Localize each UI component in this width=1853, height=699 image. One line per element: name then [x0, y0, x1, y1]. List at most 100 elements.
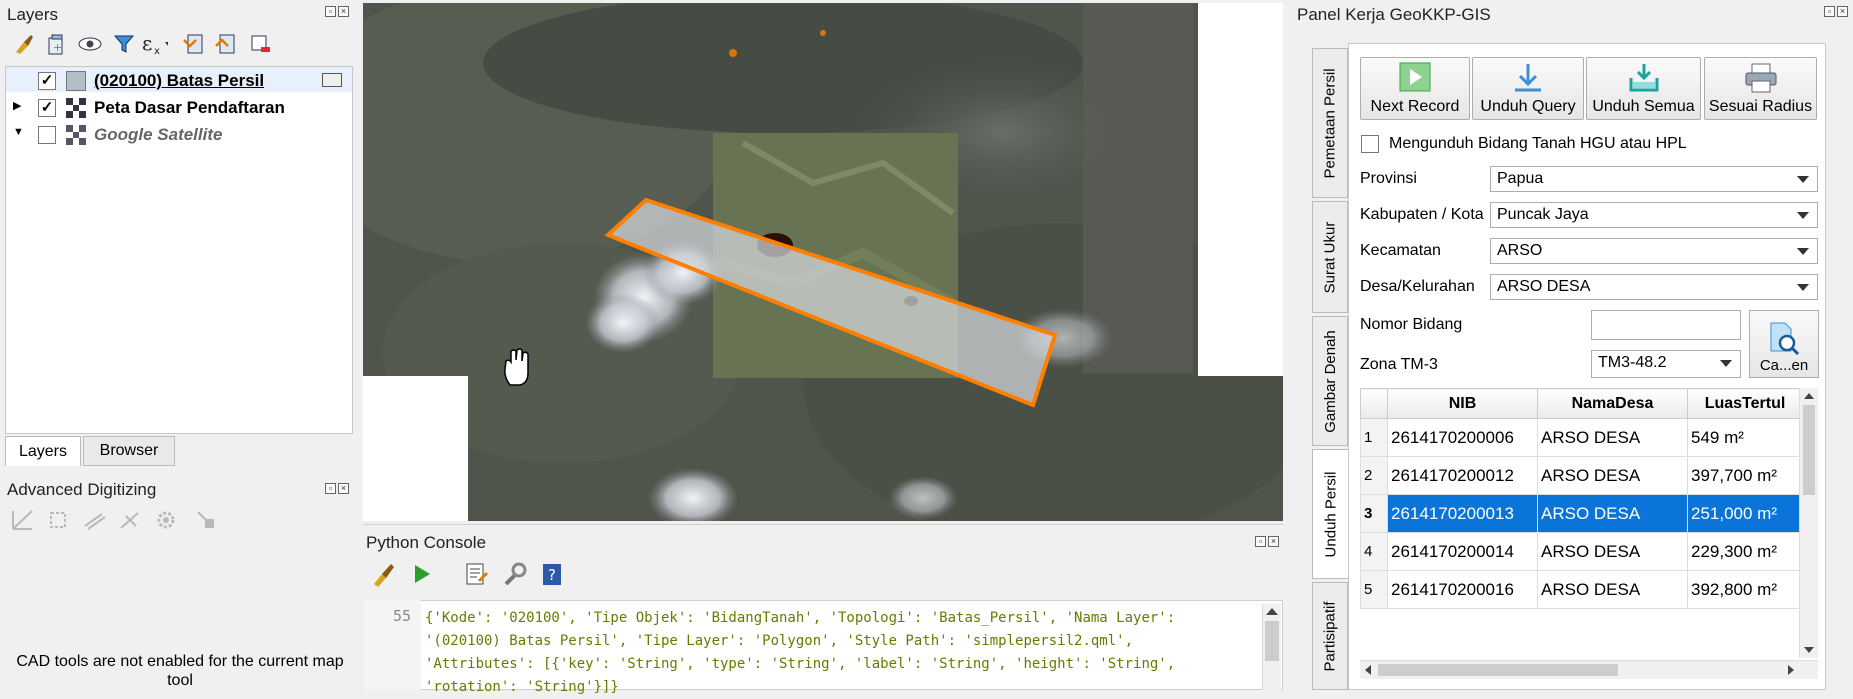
cell-nib[interactable]: 2614170200006 — [1387, 418, 1538, 457]
layer-label-peta-dasar[interactable]: Peta Dasar Pendaftaran — [94, 98, 285, 118]
layers-panel-title: Layers — [7, 5, 59, 24]
cell-luas[interactable]: 392,800 m² — [1687, 570, 1803, 609]
cell-luas[interactable]: 397,700 m² — [1687, 456, 1803, 495]
tab-browser[interactable]: Browser — [83, 436, 175, 466]
console-scrollbar[interactable] — [1262, 604, 1281, 690]
kecamatan-select[interactable]: ARSO — [1490, 238, 1818, 264]
cell-nib[interactable]: 2614170200016 — [1387, 570, 1538, 609]
svg-text:ε: ε — [142, 32, 152, 55]
hgu-hpl-checkbox[interactable] — [1361, 135, 1379, 153]
layer-label-batas-persil[interactable]: (020100) Batas Persil — [94, 71, 264, 91]
tab-pemetaan-persil[interactable]: Pemetaan Persil — [1312, 48, 1348, 198]
options-wrench-icon[interactable] — [500, 560, 528, 588]
float-icon[interactable]: ▫ — [325, 6, 336, 17]
collapse-arrow-icon[interactable]: ▼ — [13, 126, 24, 138]
clear-console-brush-icon[interactable] — [370, 560, 398, 588]
cell-nib[interactable]: 2614170200013 — [1387, 494, 1538, 533]
collapse-all-icon[interactable] — [212, 30, 240, 58]
expression-filter-icon[interactable]: εx — [140, 30, 168, 58]
close-icon[interactable]: × — [338, 483, 349, 494]
zona-select[interactable]: TM3-48.2 — [1591, 350, 1741, 378]
cell-namadesa[interactable]: ARSO DESA — [1537, 532, 1688, 571]
svg-text:x: x — [154, 46, 160, 56]
table-horizontal-scrollbar[interactable] — [1360, 660, 1818, 679]
column-header-namadesa[interactable]: NamaDesa — [1537, 388, 1688, 419]
cell-luas[interactable]: 229,300 m² — [1687, 532, 1803, 571]
console-line-number: 55 — [393, 607, 412, 625]
advanced-digitizing-title: Advanced Digitizing — [7, 480, 157, 499]
row-number: 4 — [1360, 532, 1388, 571]
unduh-semua-button[interactable]: Unduh Semua — [1586, 57, 1701, 120]
raster-layer-icon — [66, 125, 86, 145]
help-icon[interactable]: ? — [538, 560, 566, 588]
provinsi-select[interactable]: Papua — [1490, 166, 1818, 192]
nomor-bidang-input[interactable] — [1591, 310, 1741, 340]
table-row[interactable]: 1 2614170200006 ARSO DESA 549 m² — [1360, 418, 1803, 457]
table-vertical-scrollbar[interactable] — [1799, 388, 1818, 658]
run-command-icon[interactable] — [408, 560, 436, 588]
layer-checkbox-google-satellite[interactable] — [38, 126, 56, 144]
show-editor-icon[interactable] — [462, 560, 490, 588]
float-icon[interactable]: ▫ — [1255, 536, 1266, 547]
layer-checkbox-peta-dasar[interactable]: ✓ — [38, 99, 56, 117]
next-record-button[interactable]: Next Record — [1360, 57, 1470, 120]
table-row[interactable]: 4 2614170200014 ARSO DESA 229,300 m² — [1360, 532, 1803, 571]
table-row[interactable]: 5 2614170200016 ARSO DESA 392,800 m² — [1360, 570, 1803, 609]
close-icon[interactable]: × — [338, 6, 349, 17]
remove-layer-icon[interactable] — [246, 30, 274, 58]
cari-button[interactable]: Ca...en — [1749, 310, 1819, 378]
cad-disabled-message: CAD tools are not enabled for the curren… — [16, 653, 344, 689]
style-brush-icon[interactable] — [10, 30, 38, 58]
python-console-title: Python Console — [366, 533, 487, 552]
cell-luas[interactable]: 549 m² — [1687, 418, 1803, 457]
kabupaten-label: Kabupaten / Kota — [1360, 206, 1484, 223]
desa-select[interactable]: ARSO DESA — [1490, 274, 1818, 300]
hgu-hpl-label: Mengunduh Bidang Tanah HGU atau HPL — [1389, 135, 1687, 152]
map-canvas[interactable] — [363, 3, 1283, 521]
chevron-down-icon — [1797, 176, 1809, 183]
visibility-eye-icon[interactable] — [76, 30, 104, 58]
nomor-bidang-label: Nomor Bidang — [1360, 316, 1463, 333]
tab-surat-ukur[interactable]: Surat Ukur — [1312, 201, 1348, 313]
column-header-luas[interactable]: LuasTertul — [1687, 388, 1803, 419]
svg-text:?: ? — [548, 566, 556, 584]
cell-nib[interactable]: 2614170200014 — [1387, 532, 1538, 571]
cell-luas[interactable]: 251,000 m² — [1687, 494, 1803, 533]
layer-label-google-satellite[interactable]: Google Satellite — [94, 125, 222, 145]
cell-namadesa[interactable]: ARSO DESA — [1537, 570, 1688, 609]
cell-nib[interactable]: 2614170200012 — [1387, 456, 1538, 495]
expand-all-icon[interactable] — [180, 30, 208, 58]
row-number: 1 — [1360, 418, 1388, 457]
layer-indicator-icon[interactable] — [322, 73, 342, 87]
layer-checkbox-batas-persil[interactable]: ✓ — [38, 72, 56, 90]
add-group-icon[interactable]: + — [42, 30, 70, 58]
kabupaten-select[interactable]: Puncak Jaya — [1490, 202, 1818, 228]
tab-gambar-denah[interactable]: Gambar Denah — [1312, 316, 1348, 446]
cell-namadesa[interactable]: ARSO DESA — [1537, 418, 1688, 457]
table-row-selected[interactable]: 3 2614170200013 ARSO DESA 251,000 m² — [1360, 494, 1803, 533]
float-icon[interactable]: ▫ — [325, 483, 336, 494]
splitter[interactable] — [363, 524, 1283, 528]
cell-namadesa[interactable]: ARSO DESA — [1537, 494, 1688, 533]
layers-dock-buttons: ▫ × — [325, 6, 349, 17]
filter-icon[interactable] — [110, 30, 138, 58]
console-toolbar: ? — [370, 560, 566, 588]
table-row[interactable]: 2 2614170200012 ARSO DESA 397,700 m² — [1360, 456, 1803, 495]
sesuai-radius-button[interactable]: Sesuai Radius — [1704, 57, 1817, 120]
results-table[interactable]: NIB NamaDesa LuasTertul 1 2614170200006 … — [1360, 388, 1803, 609]
row-number: 5 — [1360, 570, 1388, 609]
expand-arrow-icon[interactable]: ▶ — [13, 99, 21, 112]
unduh-query-button[interactable]: Unduh Query — [1472, 57, 1584, 120]
close-icon[interactable]: × — [1837, 6, 1848, 17]
column-header-nib[interactable]: NIB — [1387, 388, 1538, 419]
tab-unduh-persil[interactable]: Unduh Persil — [1312, 449, 1348, 579]
cell-namadesa[interactable]: ARSO DESA — [1537, 456, 1688, 495]
tab-partisipatif[interactable]: Partisipatif — [1312, 582, 1348, 690]
perpendicular-icon — [120, 512, 139, 529]
chevron-down-icon — [1797, 248, 1809, 255]
close-icon[interactable]: × — [1268, 536, 1279, 547]
float-icon[interactable]: ▫ — [1824, 6, 1835, 17]
snap-icon — [197, 511, 214, 528]
chevron-down-icon — [1720, 360, 1732, 367]
tab-layers[interactable]: Layers — [5, 436, 81, 466]
